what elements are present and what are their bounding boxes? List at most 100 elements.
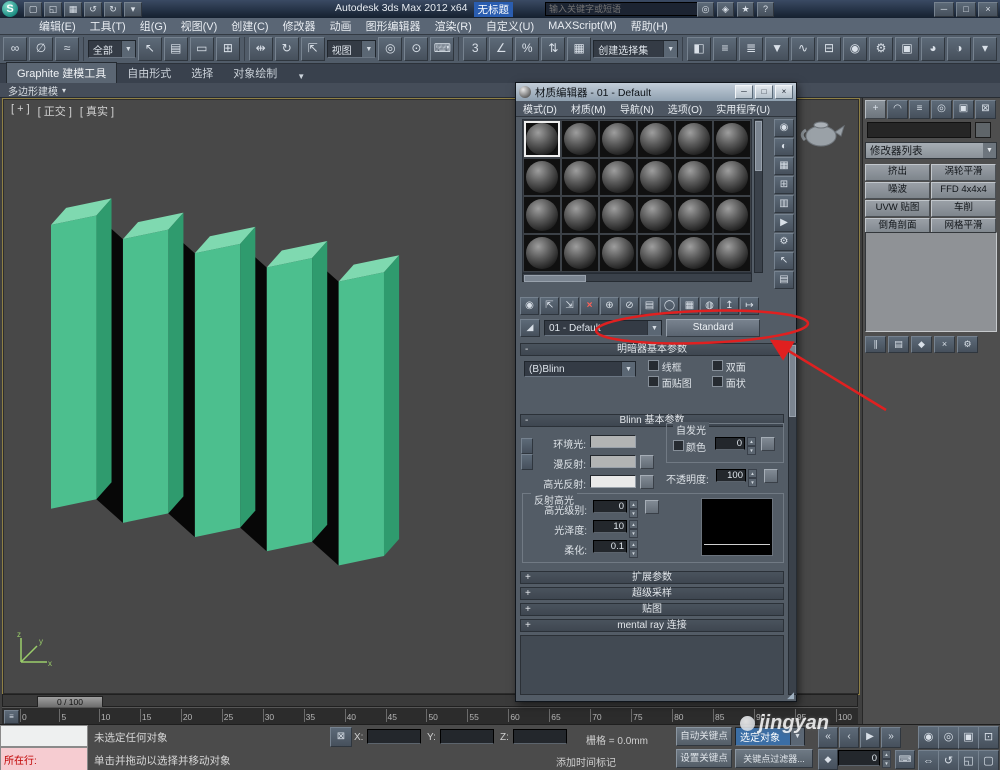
spinner-up-icon[interactable]: ▲ <box>882 750 891 759</box>
put-material-to-scene-icon[interactable]: ⇱ <box>540 297 559 315</box>
book-1[interactable] <box>51 198 112 509</box>
specular-level-field[interactable]: 0 <box>593 500 627 513</box>
create-tab[interactable]: + <box>865 100 886 119</box>
new-scene-icon[interactable]: ▢ <box>24 2 42 17</box>
图形编辑器[interactable]: 图形编辑器 <box>359 16 428 36</box>
material-map-navigator-icon[interactable]: ▤ <box>774 271 794 289</box>
configure-modifier-sets-icon[interactable]: ⚙ <box>957 336 978 353</box>
make-unique-icon[interactable]: ⊘ <box>620 297 639 315</box>
创建(C)[interactable]: 创建(C) <box>224 16 275 36</box>
menu-item[interactable]: 实用程序(U) <box>709 100 777 117</box>
go-forward-to-sibling-icon[interactable]: ↦ <box>740 297 759 315</box>
sample-type-icon[interactable]: ◉ <box>774 119 794 137</box>
auto-key-button[interactable]: 自动关键点 <box>676 727 732 746</box>
open-file-icon[interactable]: ◱ <box>44 2 62 17</box>
self-illum-map-button[interactable] <box>761 437 775 451</box>
add-time-tag[interactable]: 添加时间标记 <box>556 754 616 769</box>
menu-item[interactable]: 导航(N) <box>613 100 661 117</box>
modifier-button[interactable]: 车削 <box>931 200 996 217</box>
sample-uv-tiling-icon[interactable]: ⊞ <box>774 176 794 194</box>
MAXScript(M)[interactable]: MAXScript(M) <box>541 18 623 34</box>
spinner-down-icon[interactable]: ▼ <box>882 759 891 768</box>
keyboard-shortcut-override-icon[interactable]: ⌨ <box>895 750 915 769</box>
book-3[interactable] <box>194 226 256 538</box>
angle-snap-toggle-icon[interactable]: ∠ <box>489 37 514 61</box>
favorites-icon[interactable]: ★ <box>737 2 754 17</box>
specular-map-button[interactable] <box>640 475 654 489</box>
zoom-extents-icon[interactable]: ▣ <box>958 726 979 749</box>
material-sample-slot[interactable] <box>713 234 751 272</box>
app-logo[interactable]: S <box>2 1 18 17</box>
z-coordinate-field[interactable] <box>513 729 567 744</box>
rollout-header-shader[interactable]: - 明暗器基本参数 <box>520 343 784 356</box>
sample-horizontal-scrollbar[interactable] <box>522 273 752 282</box>
rollout-header[interactable]: + 超级采样 <box>520 587 784 600</box>
specular-level-map-button[interactable] <box>645 500 659 514</box>
rollout-header[interactable]: + 扩展参数 <box>520 571 784 584</box>
track-bar[interactable]: ≡ 0 5 10 15 20 25 30 35 40 45 50 55 60 65 70 75 80 85 90 95… <box>2 707 858 724</box>
select-and-manipulate-icon[interactable]: ⊙ <box>404 37 429 61</box>
material-sample-slot[interactable] <box>675 120 713 158</box>
material-sample-slot[interactable] <box>599 234 637 272</box>
帮助(H)[interactable]: 帮助(H) <box>624 16 675 36</box>
show-end-result-icon[interactable]: ▤ <box>888 336 909 353</box>
material-sample-slot[interactable] <box>599 158 637 196</box>
self-illum-color-checkbox[interactable] <box>673 440 684 451</box>
pick-material-from-object-icon[interactable]: ◢ <box>520 319 540 337</box>
infocenter-search-input[interactable] <box>545 2 698 16</box>
percent-snap-toggle-icon[interactable]: % <box>515 37 540 61</box>
material-sample-slot[interactable] <box>637 120 675 158</box>
bind-to-space-warp-icon[interactable]: ≈ <box>55 37 79 61</box>
ribbon-tab-graphite[interactable]: Graphite 建模工具 <box>6 62 118 83</box>
help-icon[interactable]: ? <box>757 2 774 17</box>
make-material-copy-icon[interactable]: ⊕ <box>600 297 619 315</box>
render-preset-icon[interactable]: ▾ <box>973 37 998 61</box>
minimize-button[interactable]: ─ <box>934 2 954 17</box>
redo-icon[interactable]: ↻ <box>104 2 122 17</box>
glossiness-spinner[interactable]: ▲ ▼ <box>629 520 638 538</box>
mirror-icon[interactable]: ◧ <box>687 37 712 61</box>
material-type-button[interactable]: Standard <box>666 319 760 337</box>
reset-map-icon[interactable]: × <box>580 297 599 315</box>
remove-modifier-icon[interactable]: × <box>934 336 955 353</box>
lock-ambient-diffuse-button[interactable] <box>521 438 533 454</box>
set-key-button[interactable]: 设置关键点 <box>676 749 732 768</box>
select-and-move-icon[interactable]: ⇹ <box>248 37 273 61</box>
zoom-icon[interactable]: ◉ <box>918 726 939 749</box>
undo-icon[interactable]: ↺ <box>84 2 102 17</box>
faceted-checkbox[interactable]: 面状 <box>712 375 746 390</box>
工具(T)[interactable]: 工具(T) <box>83 16 133 36</box>
diffuse-color-swatch[interactable] <box>590 455 636 468</box>
pan-icon[interactable]: ⇔ <box>918 750 939 770</box>
material-sample-slot[interactable] <box>523 196 561 234</box>
material-sample-slot[interactable] <box>599 196 637 234</box>
material-sample-slot[interactable] <box>561 158 599 196</box>
go-to-parent-icon[interactable]: ↥ <box>720 297 739 315</box>
soften-spinner[interactable]: ▲ ▼ <box>629 540 638 558</box>
maximize-viewport-toggle-icon[interactable]: ◱ <box>958 750 979 770</box>
viewport-layout-icon[interactable]: ▢ <box>978 750 999 770</box>
display-tab[interactable]: ▣ <box>953 100 974 119</box>
restore-button[interactable]: □ <box>755 85 773 99</box>
utilities-tab[interactable]: ⊠ <box>975 100 996 119</box>
resize-grip[interactable]: ◢ <box>787 690 794 701</box>
material-sample-slot[interactable] <box>561 234 599 272</box>
material-sample-slot[interactable] <box>561 196 599 234</box>
menu-item[interactable]: 模式(D) <box>516 100 564 117</box>
diffuse-map-button[interactable] <box>640 455 654 469</box>
specular-color-swatch[interactable] <box>590 475 636 488</box>
backlight-icon[interactable]: ◐ <box>774 138 794 156</box>
material-sample-slot[interactable] <box>523 158 561 196</box>
selection-filter-dropdown[interactable]: 全部 ▼ <box>87 40 136 58</box>
opacity-value-field[interactable]: 100 <box>716 469 746 482</box>
opacity-map-button[interactable] <box>764 469 778 483</box>
make-unique-icon[interactable]: ◆ <box>911 336 932 353</box>
material-editor-icon[interactable]: ◉ <box>843 37 868 61</box>
menu-item[interactable]: 选项(O) <box>661 100 709 117</box>
background-icon[interactable]: ▦ <box>774 157 794 175</box>
viewport-general-menu[interactable]: [ + ] <box>11 103 30 119</box>
show-shaded-material-in-viewport-icon[interactable]: ▦ <box>680 297 699 315</box>
play-icon[interactable]: ▶ <box>860 727 880 748</box>
渲染(R)[interactable]: 渲染(R) <box>428 16 479 36</box>
material-editor-titlebar[interactable]: 材质编辑器 - 01 - Default ─ □ × <box>516 83 796 101</box>
